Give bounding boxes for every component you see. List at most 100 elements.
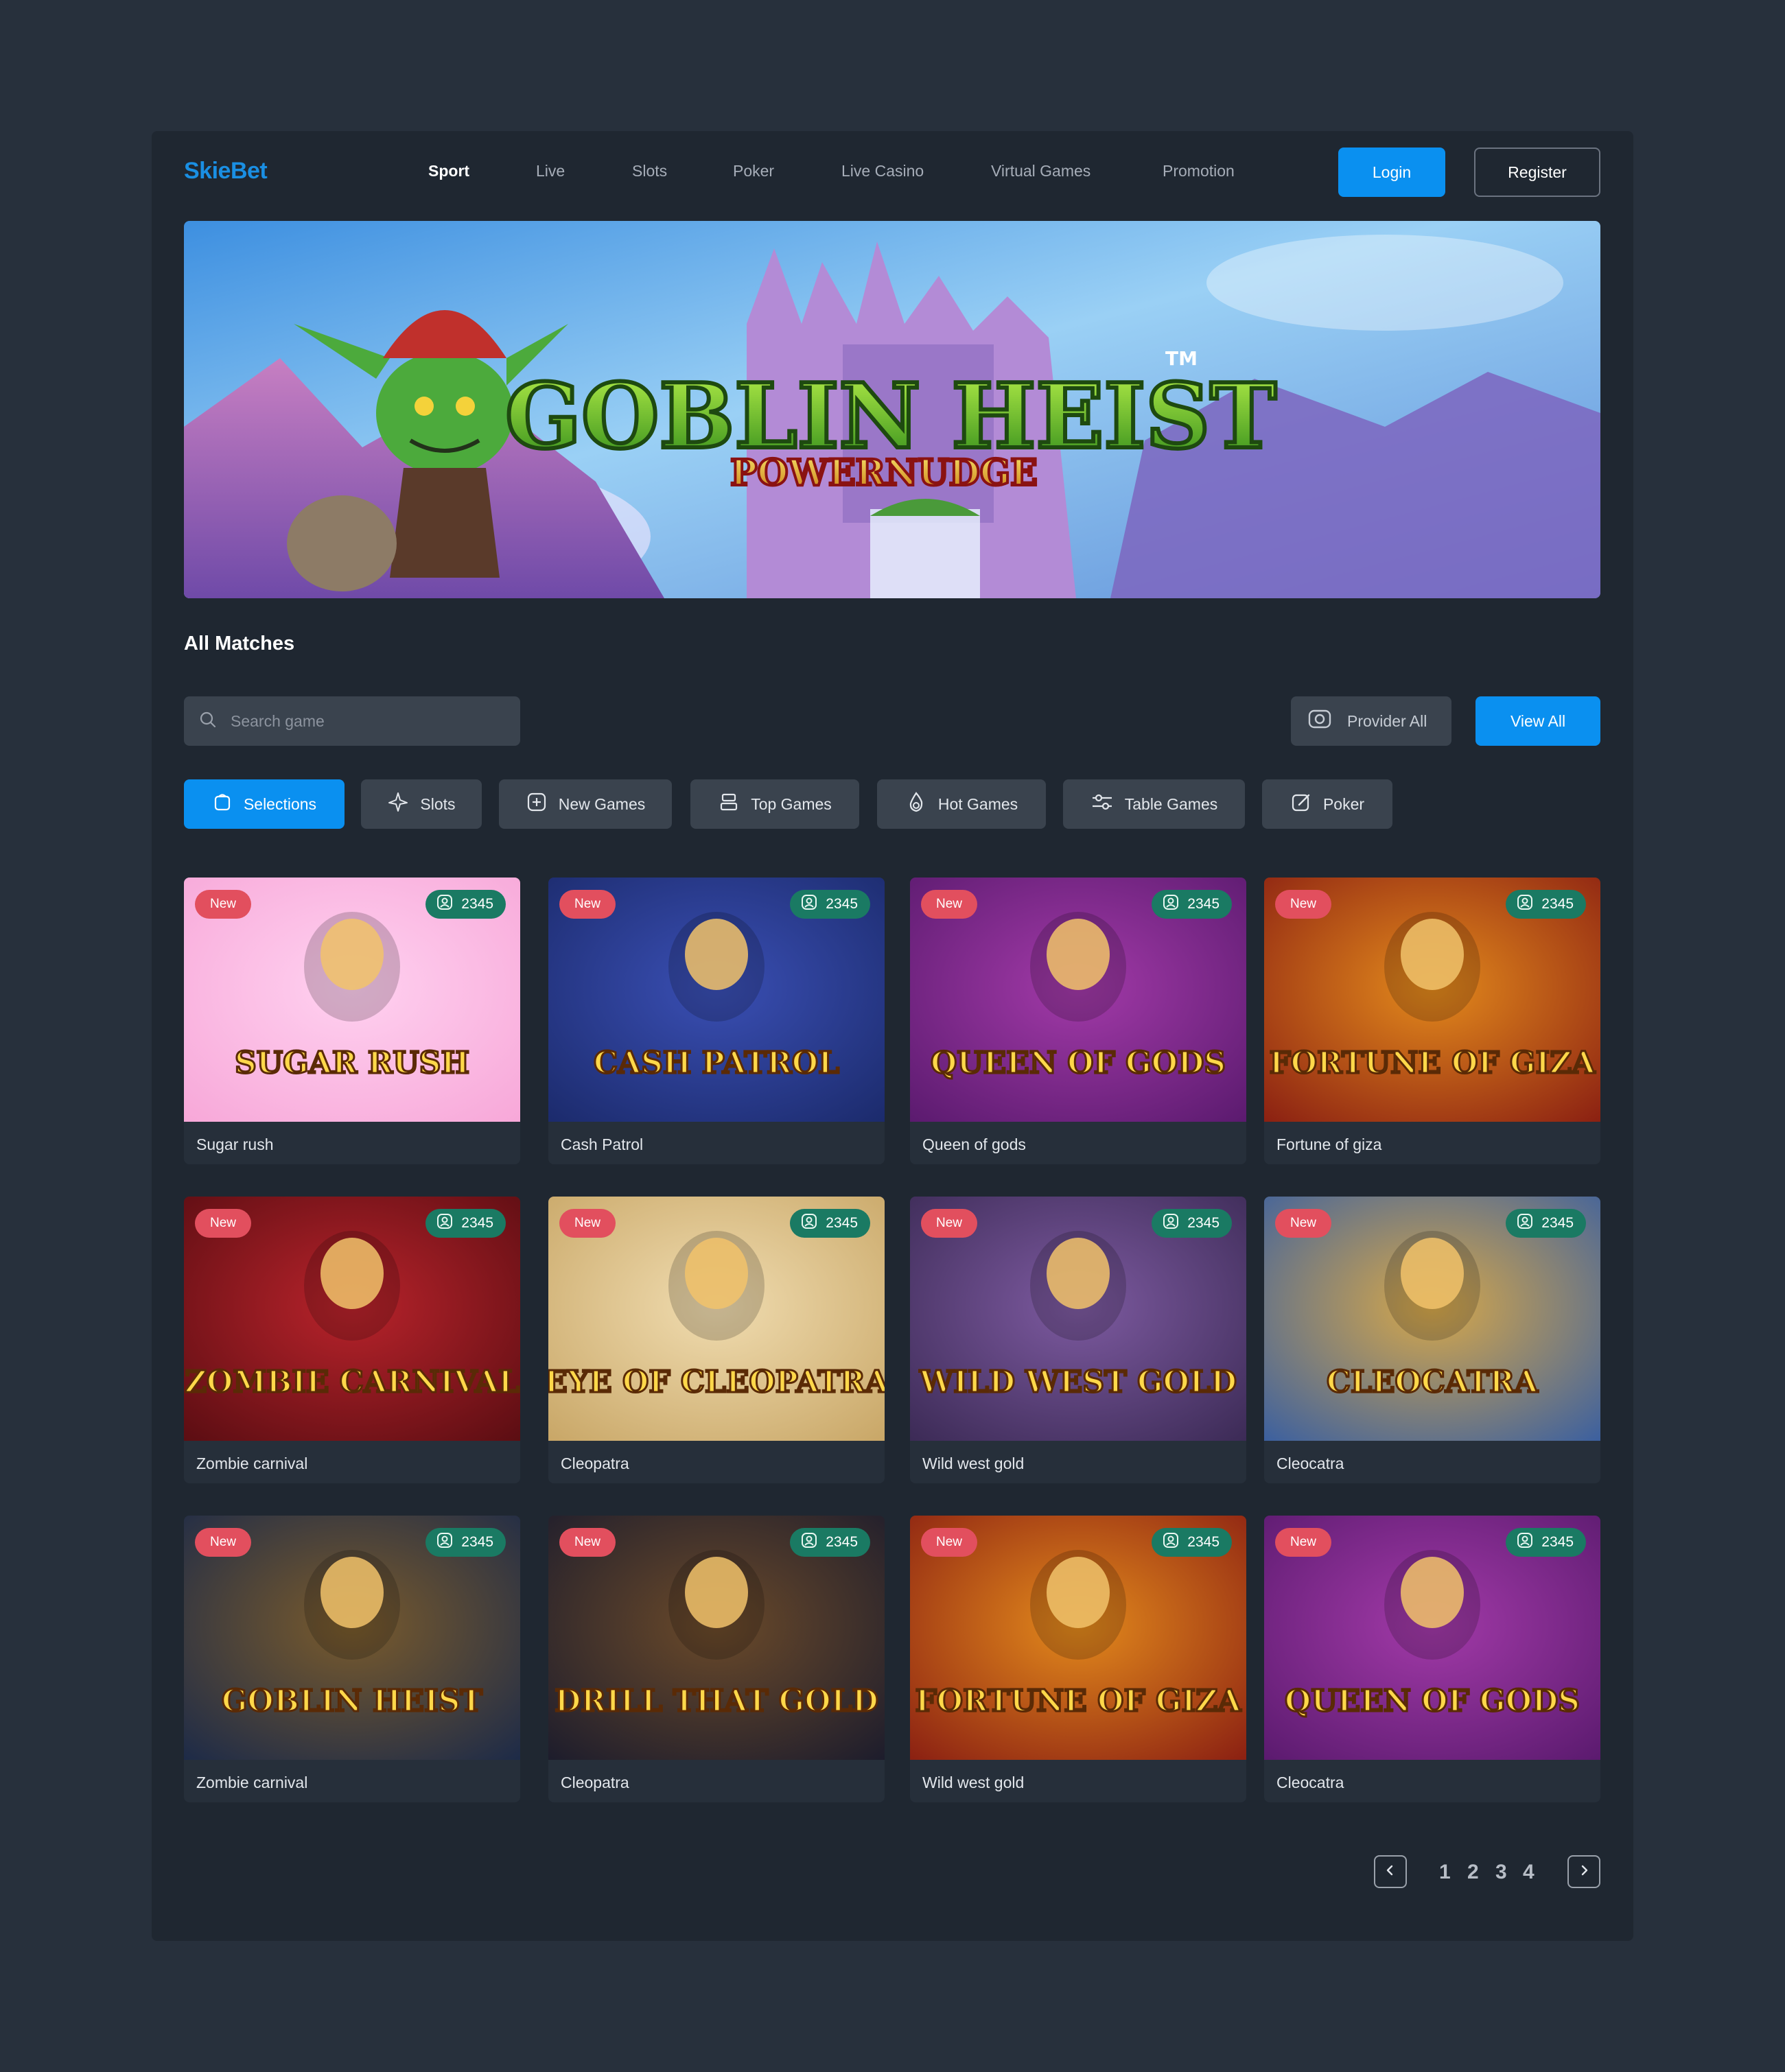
game-card[interactable]: CLEOCATRA New 2345 Cleocatra (1264, 1197, 1600, 1483)
page-4[interactable]: 4 (1523, 1861, 1535, 1884)
game-name: Fortune of giza (1276, 1135, 1382, 1153)
page-1[interactable]: 1 (1439, 1861, 1451, 1884)
nav-sport[interactable]: Sport (428, 162, 469, 180)
game-card[interactable]: QUEEN OF GODS New 2345 Cleocatra (1264, 1516, 1600, 1802)
user-icon (436, 894, 453, 915)
game-logo-text: FORTUNE OF GIZA (1270, 1046, 1596, 1081)
game-logo-text: QUEEN OF GODS (931, 1046, 1226, 1081)
game-logo-text: SUGAR RUSH (235, 1046, 469, 1081)
search-box[interactable] (184, 696, 520, 746)
nav-live[interactable]: Live (536, 162, 565, 180)
user-icon (1163, 1213, 1179, 1234)
game-card[interactable]: EYE OF CLEOPATRA New 2345 Cleopatra (548, 1197, 885, 1483)
game-logo-text: DRILL THAT GOLD (555, 1684, 878, 1719)
new-badge: New (921, 1209, 978, 1238)
game-card[interactable]: FORTUNE OF GIZA New 2345 Wild west gold (910, 1516, 1246, 1802)
login-button[interactable]: Login (1338, 148, 1445, 197)
chip-slots[interactable]: Slots (361, 779, 482, 829)
view-all-button[interactable]: View All (1475, 696, 1600, 746)
new-badge: New (195, 1528, 252, 1557)
user-icon (1163, 894, 1179, 915)
player-count-badge: 2345 (1152, 1528, 1232, 1557)
game-logo-text: EYE OF CLEOPATRA (548, 1365, 885, 1400)
next-page-button[interactable] (1567, 1855, 1600, 1888)
player-count: 2345 (1541, 1534, 1574, 1550)
user-icon (801, 1532, 817, 1553)
game-name: Cleopatra (561, 1774, 629, 1791)
game-name: Queen of gods (922, 1135, 1026, 1153)
nav-live-casino[interactable]: Live Casino (841, 162, 924, 180)
game-name: Cleocatra (1276, 1774, 1344, 1791)
provider-label: Provider All (1347, 711, 1427, 730)
game-card[interactable]: CASH PATROL New 2345 Cash Patrol (548, 878, 885, 1164)
register-button[interactable]: Register (1474, 148, 1600, 197)
new-badge: New (1275, 1209, 1332, 1238)
search-icon (199, 711, 217, 732)
chip-new-games[interactable]: New Games (499, 779, 672, 829)
new-badge: New (559, 890, 616, 919)
player-count-badge: 2345 (1506, 1209, 1586, 1238)
player-count-badge: 2345 (425, 890, 506, 919)
game-logo-text: CLEOCATRA (1327, 1365, 1539, 1400)
new-badge: New (1275, 890, 1332, 919)
chip-top-games[interactable]: Top Games (690, 779, 859, 829)
chip-selections[interactable]: Selections (184, 779, 345, 829)
search-input[interactable] (231, 711, 491, 731)
player-count-badge: 2345 (1152, 1209, 1232, 1238)
section-title: All Matches (184, 633, 295, 655)
game-card[interactable]: GOBLIN HEIST New 2345 Zombie carnival (184, 1516, 520, 1802)
game-name: Cleocatra (1276, 1455, 1344, 1472)
game-card[interactable]: SUGAR RUSH New 2345 Sugar rush (184, 878, 520, 1164)
game-card[interactable]: QUEEN OF GODS New 2345 Queen of gods (910, 878, 1246, 1164)
player-count: 2345 (1187, 1534, 1220, 1550)
user-icon (801, 894, 817, 915)
game-card[interactable]: FORTUNE OF GIZA New 2345 Fortune of giza (1264, 878, 1600, 1164)
new-badge: New (1275, 1528, 1332, 1557)
plus-square-icon (526, 791, 548, 817)
nav-slots[interactable]: Slots (632, 162, 667, 180)
game-logo-text: WILD WEST GOLD (919, 1365, 1237, 1400)
new-badge: New (559, 1209, 616, 1238)
chip-table-games[interactable]: Table Games (1063, 779, 1245, 829)
prev-page-button[interactable] (1374, 1855, 1407, 1888)
user-icon (436, 1532, 453, 1553)
new-badge: New (195, 890, 252, 919)
game-name: Wild west gold (922, 1455, 1025, 1472)
logo[interactable]: SkieBet (184, 158, 268, 185)
chip-label: Poker (1322, 794, 1365, 813)
chip-poker[interactable]: Poker (1262, 779, 1392, 829)
game-name: Cash Patrol (561, 1135, 644, 1153)
chip-hot-games[interactable]: Hot Games (877, 779, 1046, 829)
game-name: Cleopatra (561, 1455, 629, 1472)
game-card[interactable]: ZOMBIE CARNIVAL New 2345 Zombie carnival (184, 1197, 520, 1483)
game-logo-text: ZOMBIE CARNIVAL (185, 1365, 520, 1400)
provider-filter-button[interactable]: Provider All (1291, 696, 1451, 746)
page-3[interactable]: 3 (1495, 1861, 1507, 1884)
player-count: 2345 (1187, 896, 1220, 912)
main-panel: SkieBet Sport Live Slots Poker Live Casi… (152, 131, 1633, 1941)
player-count-badge: 2345 (425, 1528, 506, 1557)
game-card[interactable]: WILD WEST GOLD New 2345 Wild west gold (910, 1197, 1246, 1483)
player-count-badge: 2345 (1506, 1528, 1586, 1557)
user-icon (1517, 1532, 1533, 1553)
nav-promotion[interactable]: Promotion (1163, 162, 1235, 180)
player-count: 2345 (1541, 896, 1574, 912)
player-count: 2345 (826, 1534, 858, 1550)
airplane-icon (387, 791, 409, 817)
new-badge: New (195, 1209, 252, 1238)
chip-label: Top Games (751, 794, 832, 813)
game-name: Sugar rush (196, 1135, 274, 1153)
page-2[interactable]: 2 (1467, 1861, 1479, 1884)
banner-artwork: GOBLIN HEIST TM POWERNUDGE (184, 221, 1600, 598)
game-logo-text: QUEEN OF GODS (1285, 1684, 1580, 1719)
player-count-badge: 2345 (1152, 890, 1232, 919)
hero-banner[interactable]: GOBLIN HEIST TM POWERNUDGE (184, 221, 1600, 598)
user-icon (1517, 894, 1533, 915)
nav-virtual-games[interactable]: Virtual Games (991, 162, 1090, 180)
player-count: 2345 (826, 896, 858, 912)
user-icon (436, 1213, 453, 1234)
banner-tm: TM (1165, 347, 1198, 370)
nav-poker[interactable]: Poker (733, 162, 774, 180)
game-card[interactable]: DRILL THAT GOLD New 2345 Cleopatra (548, 1516, 885, 1802)
banner-subtitle: POWERNUDGE (730, 452, 1038, 494)
